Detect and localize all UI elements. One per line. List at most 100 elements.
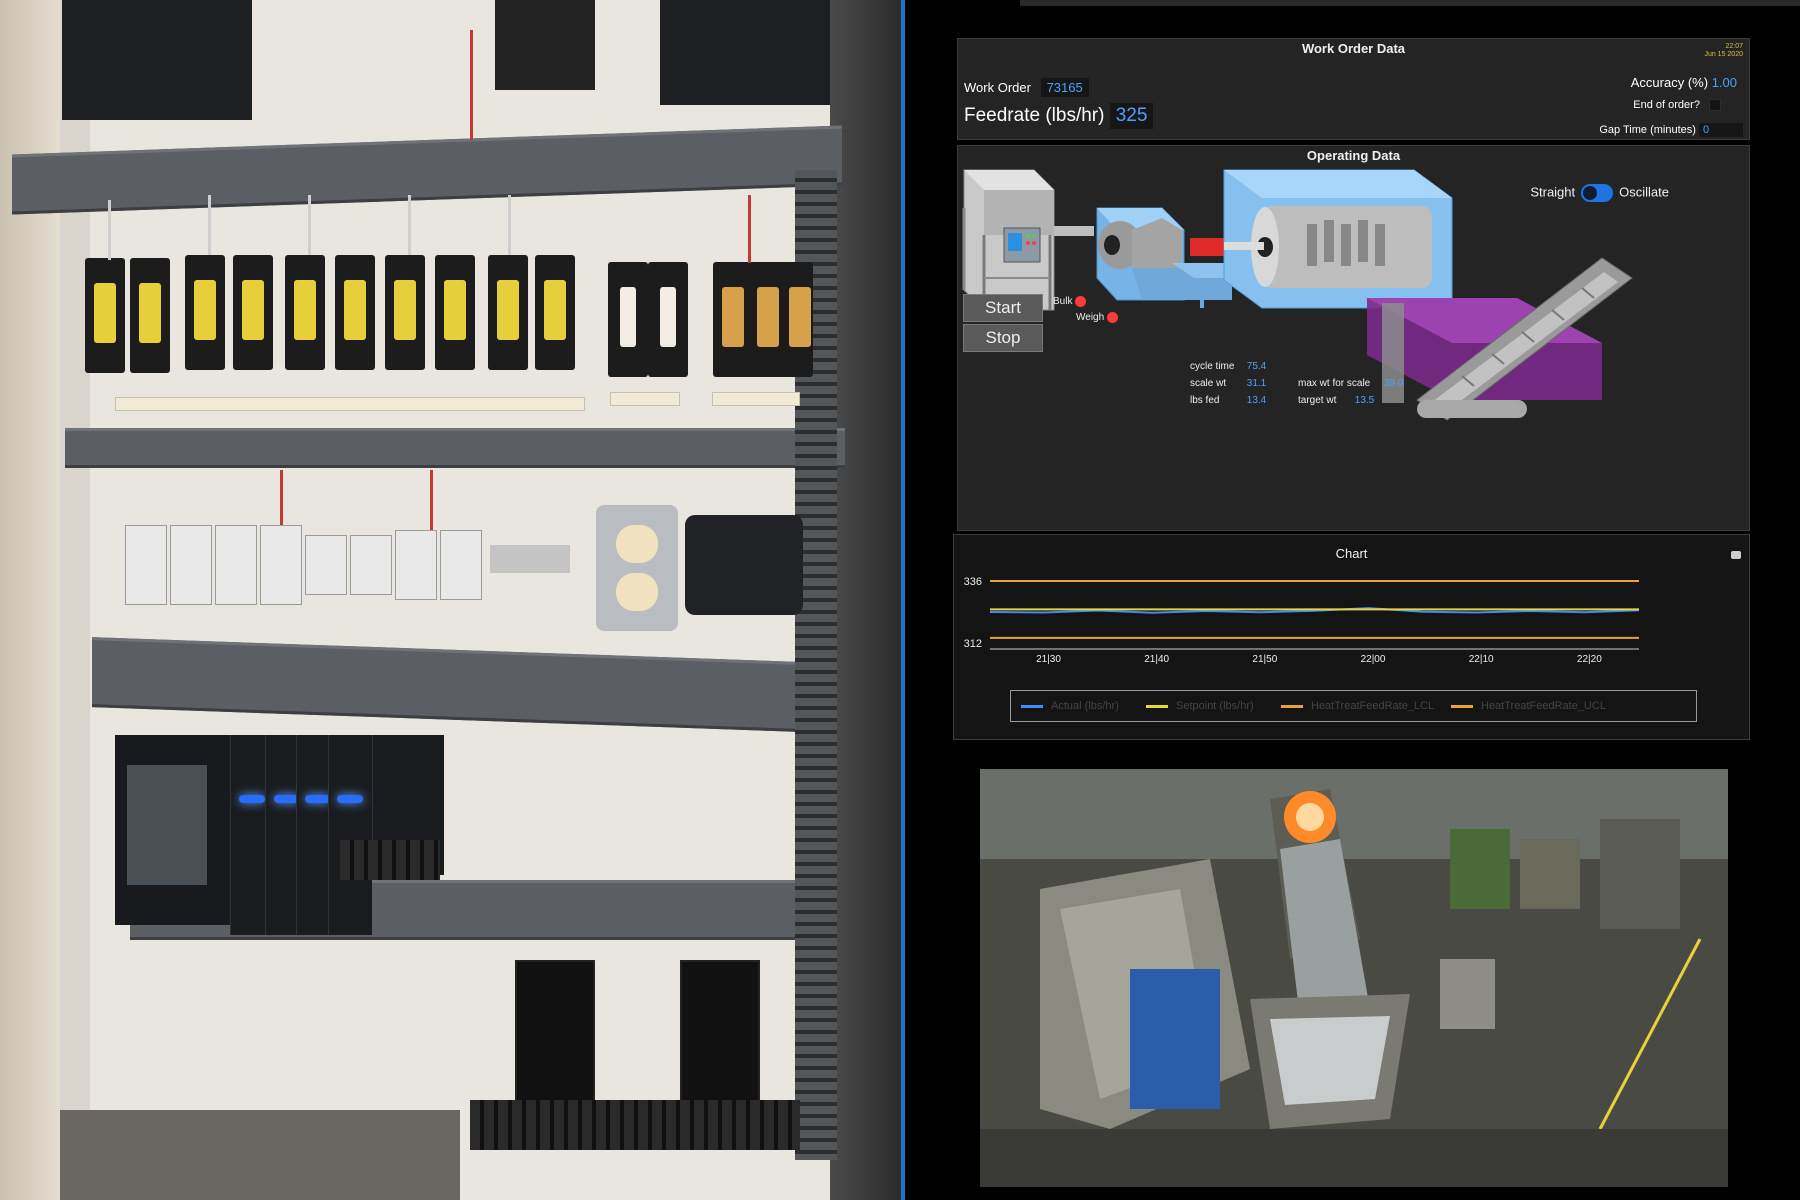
wire [308,195,311,255]
fuse-holder [385,255,425,370]
fuse-label-strip [610,392,680,406]
control-cabinet-photo [0,0,901,1200]
camera-feed [980,769,1728,1187]
chart-title: Chart [1335,546,1368,561]
max-wt-row: max wt for scale 39.0 [1298,375,1403,392]
x-tick-label: 22|10 [1469,654,1494,665]
fuse-holder [783,262,813,377]
wire-duct-middle [65,428,845,468]
scale-wt-row: scale wt 31.1 [1190,375,1266,392]
wire [208,195,211,255]
fuse-holder [233,255,273,370]
wire [280,470,283,525]
top-breaker-block [62,0,252,120]
hmi-top-bar [1020,0,1800,6]
wire [748,195,751,263]
target-wt-label: target wt [1298,395,1337,406]
wire [430,470,433,530]
feedrate-row: Feedrate (lbs/hr) 325 [964,103,1154,129]
fuse-holder [85,258,125,373]
operating-panel: Operating Data Start Stop Bulk Weigh Str… [957,145,1750,531]
legend-item[interactable]: Actual (lbs/hr) [1021,700,1119,712]
target-wt-value: 13.5 [1354,395,1375,406]
fuse-label-strip [115,397,585,411]
legend-item[interactable]: Setpoint (lbs/hr) [1146,700,1254,712]
fuse-holder [535,255,575,370]
control-panel-icon [1003,227,1041,263]
end-of-order-row: End of order? [1633,99,1721,112]
contactor [170,525,212,605]
control-cabinet-blue [1130,969,1220,1109]
feedrate-label: Feedrate (lbs/hr) [964,105,1105,126]
y-tick-label: 312 [964,638,982,650]
contactor [305,535,347,595]
work-order-value[interactable]: 73165 [1040,78,1089,97]
collapse-icon[interactable] [1731,551,1741,559]
process-diagram [962,169,1633,421]
fuse-holder [488,255,528,370]
power-supply [680,960,760,1110]
camera-image [980,769,1728,1187]
legend-label: HeatTreatFeedRate_UCL [1481,700,1606,712]
legend-label: HeatTreatFeedRate_LCL [1311,700,1435,712]
gap-time-value[interactable]: 0 [1699,123,1743,137]
din-rail [490,545,570,573]
operating-title: Operating Data [1306,148,1401,163]
fuse-holder [335,255,375,370]
fuse-holder [285,255,325,370]
accuracy-row: Accuracy (%) 1.00 [1631,75,1737,90]
legend-label: Setpoint (lbs/hr) [1176,700,1254,712]
bulk-label: Bulk [1053,296,1073,308]
legend-item[interactable]: HeatTreatFeedRate_UCL [1451,700,1606,712]
x-tick-label: 22|20 [1577,654,1602,665]
fuse-holder [713,262,753,377]
accuracy-value[interactable]: 1.00 [1712,75,1737,90]
timestamp: 22:07 Jun 15 2020 [1704,43,1743,58]
mode-toggle-row: Straight Oscillate [1530,184,1669,202]
work-order-panel: Work Order Data 22:07 Jun 15 2020 Work O… [957,38,1750,140]
target-wt-row: target wt 13.5 [1298,392,1403,409]
plc-io-module [328,735,372,935]
work-order-label: Work Order [964,80,1031,95]
fuse-holder [130,258,170,373]
contactor [260,525,302,605]
terminal-blocks [470,1100,800,1150]
lbs-fed-label: lbs fed [1190,395,1220,406]
end-of-order-checkbox[interactable] [1709,99,1721,112]
legend-item[interactable]: HeatTreatFeedRate_LCL [1281,700,1434,712]
wire [508,195,511,255]
stop-button[interactable]: Stop [963,324,1043,352]
cycle-time-value: 75.4 [1246,361,1267,372]
lbs-fed-row: lbs fed 13.4 [1190,392,1266,409]
fuse-label-strip [712,392,800,406]
fuse-holder [608,262,648,377]
cable-bundle [60,1110,460,1200]
legend-swatch [1146,704,1168,708]
plc-screen [127,765,207,885]
feedrate-value[interactable]: 325 [1109,103,1154,129]
x-tick-label: 21|50 [1252,654,1277,665]
end-of-order-label: End of order? [1633,99,1700,111]
work-order-row: Work Order 73165 [964,78,1089,97]
plc-controller [115,735,230,925]
lbs-fed-value: 13.4 [1246,395,1267,406]
surge-protector [685,515,803,615]
legend-swatch [1451,704,1473,708]
contactor [350,535,392,595]
start-button[interactable]: Start [963,294,1043,322]
shaft [1054,226,1094,236]
top-transformer [495,0,595,90]
x-tick-label: 21|40 [1144,654,1169,665]
x-tick-label: 21|30 [1036,654,1061,665]
chart-panel: 336 312 21|30 21|40 21|50 22|00 22|10 22|20 Cha… [953,534,1750,740]
power-outlet [596,505,678,631]
bulk-indicator: Bulk [1053,296,1087,308]
wire [408,195,411,255]
hmi-screen: Work Order Data 22:07 Jun 15 2020 Work O… [905,0,1800,1200]
process-metrics-left: cycle time 75.4 scale wt 31.1 lbs fed 13… [1190,358,1266,409]
top-terminal-block [660,0,830,105]
furnace [1223,169,1453,309]
mode-toggle[interactable] [1581,184,1614,202]
contactor [215,525,257,605]
x-tick-label: 22|00 [1361,654,1386,665]
